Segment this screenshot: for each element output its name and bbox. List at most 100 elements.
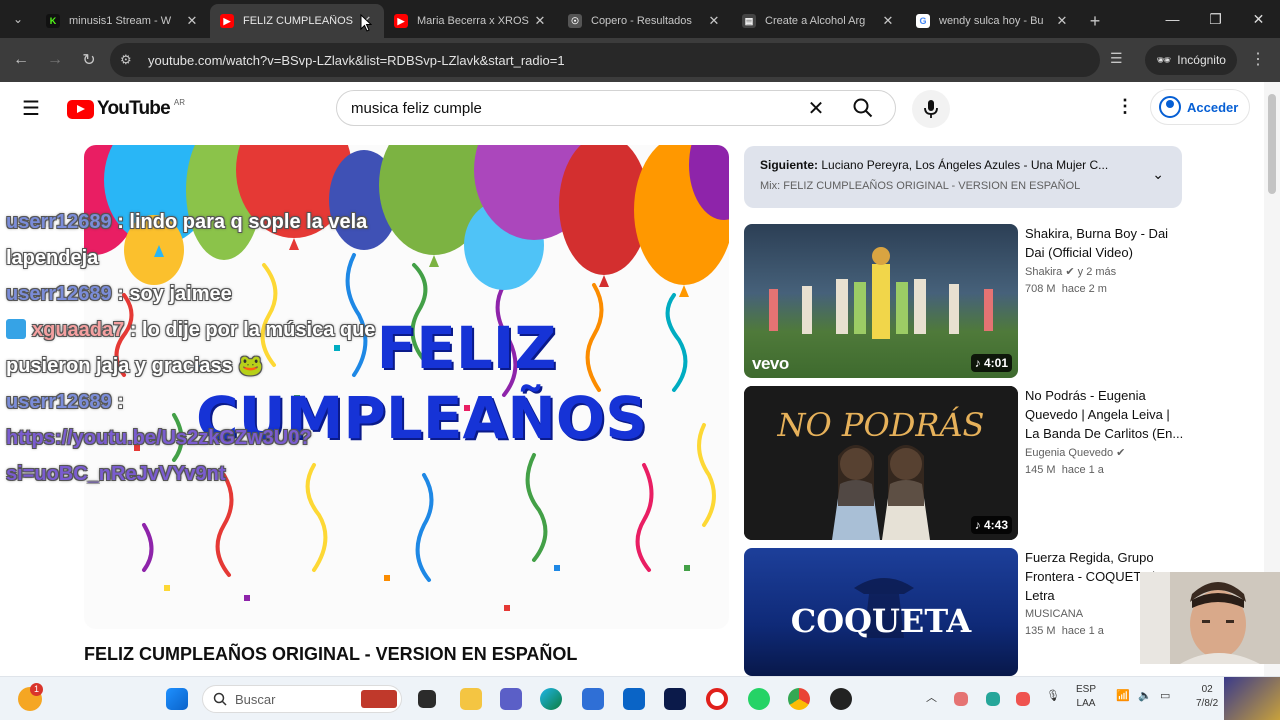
voice-search-button[interactable] xyxy=(912,90,950,128)
restore-icon[interactable]: ❐ xyxy=(1194,0,1237,38)
language-indicator[interactable]: ESP LAA xyxy=(1076,683,1096,711)
new-tab-icon[interactable]: + xyxy=(1080,4,1110,38)
video-thumbnail[interactable]: COQUETA xyxy=(744,548,1018,676)
tab-1[interactable]: ▶ FELIZ CUMPLEAÑOS ✕ xyxy=(210,4,384,38)
channel-name[interactable]: Shakira xyxy=(1025,266,1062,278)
clear-search-icon[interactable]: ✕ xyxy=(801,96,831,121)
notification-avatar-icon[interactable] xyxy=(1224,677,1280,720)
incognito-label: Incógnito xyxy=(1177,53,1226,67)
obs-icon[interactable] xyxy=(830,688,852,710)
tab-title: Create a Alcohol Arg xyxy=(765,15,866,27)
back-icon[interactable]: ← xyxy=(4,43,38,77)
tab-4[interactable]: ▤ Create a Alcohol Arg ✕ xyxy=(732,4,906,38)
wifi-icon[interactable]: 📶 xyxy=(1116,689,1130,702)
video-title[interactable]: Shakira, Burna Boy - Dai Dai (Official V… xyxy=(1025,224,1185,262)
battery-icon[interactable]: ▭ xyxy=(1160,689,1170,702)
browser-menu-icon[interactable]: ⋮ xyxy=(1250,49,1266,69)
address-bar[interactable]: ⚙ youtube.com/watch?v=BSvp-LZlavk&list=R… xyxy=(110,43,1100,77)
stream-chat-overlay: userr12689 : lindo para q sople la vela … xyxy=(6,204,416,492)
whatsapp-icon[interactable] xyxy=(748,688,770,710)
video-info: Shakira, Burna Boy - Dai Dai (Official V… xyxy=(1025,224,1185,295)
opera-icon[interactable] xyxy=(706,688,728,710)
close-window-icon[interactable]: ✕ xyxy=(1237,0,1280,38)
chat-message: xguaada7 : lo dije por la música que xyxy=(6,312,416,348)
up-next-panel[interactable]: Siguiente: Luciano Pereyra, Los Ángeles … xyxy=(744,146,1182,208)
search-input[interactable]: musica feliz cumple xyxy=(337,100,801,117)
tab-5[interactable]: G wendy sulca hoy - Bu ✕ xyxy=(906,4,1080,38)
notification-badge: 1 xyxy=(30,683,43,696)
tab-title: Maria Becerra x XROS xyxy=(417,15,529,27)
video-thumbnail[interactable]: vevo ♪ 4:01 xyxy=(744,224,1018,378)
duration-text: 4:01 xyxy=(983,356,1008,370)
clock[interactable]: 02 7/8/2 xyxy=(1196,683,1218,711)
duration-badge: ♪ 4:01 xyxy=(970,354,1012,372)
tray-app-icon[interactable] xyxy=(986,692,1000,706)
tray-app-icon[interactable] xyxy=(954,692,968,706)
verified-icon: ✔ xyxy=(1065,266,1075,278)
forward-icon[interactable]: → xyxy=(38,43,72,77)
subscriber-badge-icon xyxy=(6,319,26,339)
teams-icon[interactable] xyxy=(500,688,522,710)
close-tab-icon[interactable]: ✕ xyxy=(706,13,722,29)
recommended-video[interactable]: COQUETA Fuerza Regida, Grupo Frontera - … xyxy=(744,548,1184,676)
thumbnail-title-text: NO PODRÁS xyxy=(777,406,985,444)
youtube-logo[interactable]: YouTube AR xyxy=(67,98,185,120)
minimize-icon[interactable]: — xyxy=(1151,0,1194,38)
browser-tab-strip: ⌄ K minusis1 Stream - W ✕ ▶ FELIZ CUMPLE… xyxy=(0,0,1280,38)
tab-search-button[interactable]: ⌄ xyxy=(0,0,36,38)
close-tab-icon[interactable]: ✕ xyxy=(184,13,200,29)
taskbar-search[interactable]: Buscar xyxy=(202,685,402,713)
close-tab-icon[interactable]: ✕ xyxy=(880,13,896,29)
windows-start-icon[interactable] xyxy=(166,688,188,710)
signin-button[interactable]: Acceder xyxy=(1150,89,1250,125)
tab-3[interactable]: ☉ Copero - Resultados ✕ xyxy=(558,4,732,38)
microphone-icon[interactable]: 🎙 xyxy=(1046,689,1060,702)
upload-age: hace 1 a xyxy=(1061,464,1104,476)
chat-message: userr12689 : soy jaimee xyxy=(6,276,416,312)
close-tab-icon[interactable]: ✕ xyxy=(532,13,548,29)
task-view-icon[interactable] xyxy=(418,690,436,708)
store-icon[interactable] xyxy=(582,688,604,710)
recommended-video[interactable]: NO PODRÁS ♪ 4:43 No Podrás - Eugenia Que… xyxy=(744,386,1184,540)
tab-title: wendy sulca hoy - Bu xyxy=(939,15,1044,27)
thumbnail-title-text: COQUETA xyxy=(790,602,972,640)
duration-badge: ♪ 4:43 xyxy=(970,516,1012,534)
recommended-video[interactable]: vevo ♪ 4:01 Shakira, Burna Boy - Dai Dai… xyxy=(744,224,1184,378)
chat-text: : lo dije por la música que xyxy=(129,319,376,341)
up-next-prefix: Siguiente: xyxy=(760,158,819,172)
chevron-down-icon[interactable]: ⌄ xyxy=(1152,166,1164,183)
mouse-cursor-icon xyxy=(360,14,372,32)
video-title[interactable]: No Podrás - Eugenia Quevedo | Angela Lei… xyxy=(1025,386,1185,443)
channel-name[interactable]: Eugenia Quevedo xyxy=(1025,447,1113,459)
upload-age: hace 1 a xyxy=(1061,625,1104,637)
chat-text: : soy jaimee xyxy=(117,283,232,305)
close-tab-icon[interactable]: ✕ xyxy=(1054,13,1070,29)
site-info-icon[interactable]: ⚙ xyxy=(120,52,140,68)
incognito-icon: 🕶 xyxy=(1156,53,1172,67)
search-button[interactable] xyxy=(831,91,895,125)
outlook-icon[interactable] xyxy=(623,688,645,710)
tab-2[interactable]: ▶ Maria Becerra x XROS ✕ xyxy=(384,4,558,38)
tray-app-icon[interactable] xyxy=(1016,692,1030,706)
volume-icon[interactable]: 🔈 xyxy=(1138,689,1152,702)
url-text: youtube.com/watch?v=BSvp-LZlavk&list=RDB… xyxy=(148,52,565,68)
scrollbar-thumb[interactable] xyxy=(1268,94,1276,194)
disney-plus-icon[interactable] xyxy=(664,688,686,710)
chrome-icon[interactable] xyxy=(788,688,810,710)
show-hidden-icons[interactable]: ︿ xyxy=(926,689,937,705)
streamer-face xyxy=(1140,572,1280,664)
hamburger-menu-icon[interactable]: ☰ xyxy=(22,96,46,121)
settings-kebab-icon[interactable]: ⋮ xyxy=(1116,96,1134,117)
tab-title: FELIZ CUMPLEAÑOS xyxy=(243,15,354,27)
reload-icon[interactable]: ↻ xyxy=(72,43,106,77)
channel-extra: y 2 más xyxy=(1077,266,1117,278)
edge-icon[interactable] xyxy=(540,688,562,710)
video-thumbnail[interactable]: NO PODRÁS ♪ 4:43 xyxy=(744,386,1018,540)
microphone-icon xyxy=(924,100,938,118)
tab-0[interactable]: K minusis1 Stream - W ✕ xyxy=(36,4,210,38)
incognito-badge[interactable]: 🕶 Incógnito xyxy=(1145,45,1237,75)
emote-icon: 🐸 xyxy=(238,355,264,377)
cast-icon[interactable]: ☰ xyxy=(1110,50,1123,67)
search-placeholder: Buscar xyxy=(235,691,276,707)
file-explorer-icon[interactable] xyxy=(460,688,482,710)
